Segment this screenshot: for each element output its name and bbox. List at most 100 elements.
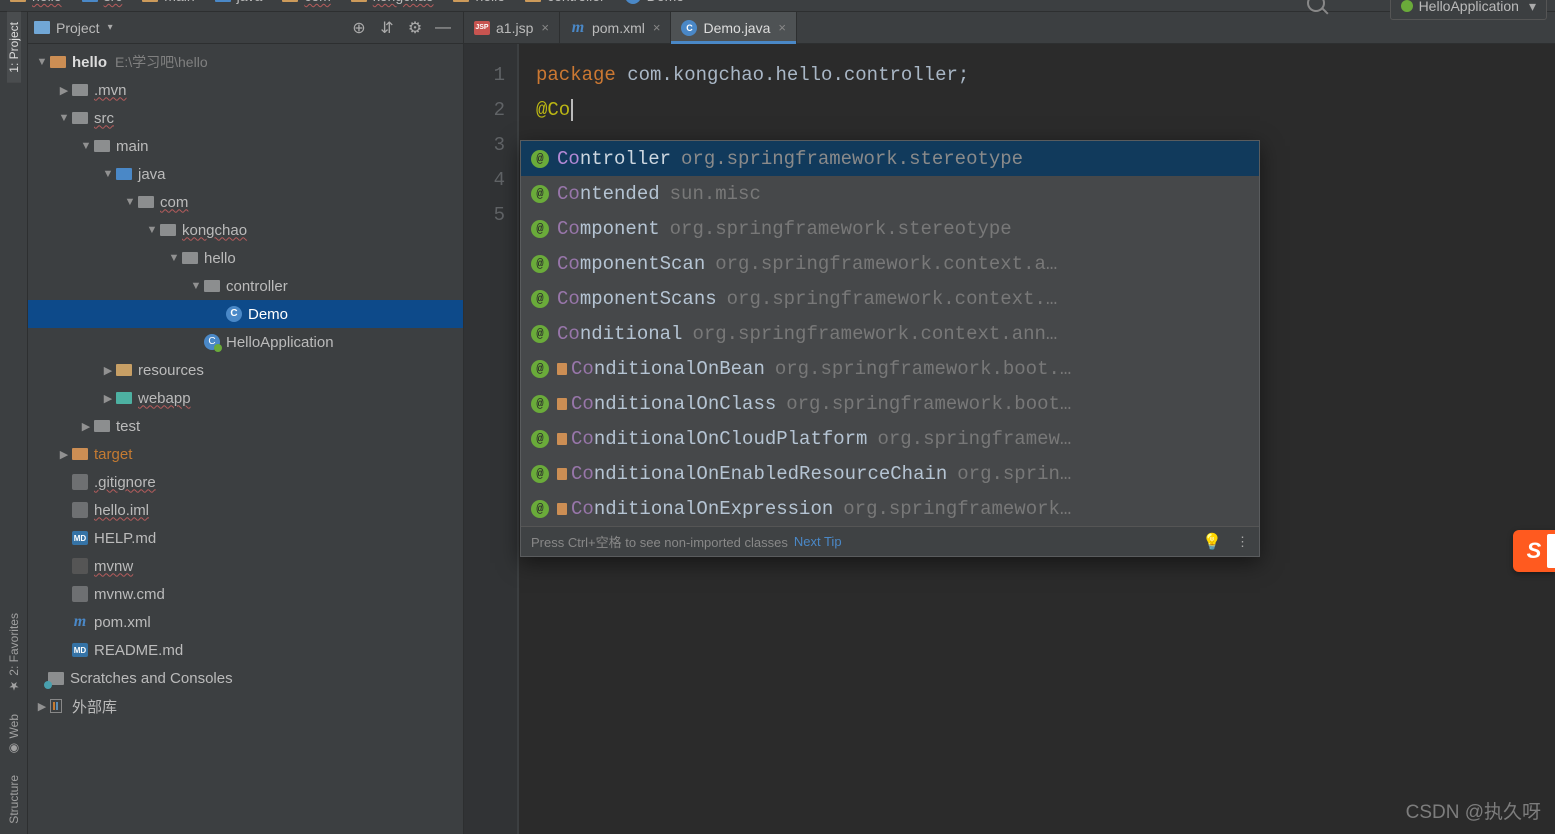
completion-item[interactable]: ConditionalOnExpression org.springframewo…: [521, 491, 1259, 526]
completion-package: org.springframework.context.a…: [715, 253, 1249, 275]
scratches-icon: [48, 672, 64, 685]
completion-item[interactable]: ConditionalOnEnabledResourceChainorg.spr…: [521, 456, 1259, 491]
tree-java[interactable]: ▼java: [28, 160, 463, 188]
close-icon[interactable]: ×: [778, 20, 786, 35]
kw-package: package: [536, 64, 616, 86]
hide-panel-icon[interactable]: —: [433, 19, 453, 37]
tree-main[interactable]: ▼main: [28, 132, 463, 160]
tree-mvnw[interactable]: mvnw: [28, 552, 463, 580]
breadcrumb-main[interactable]: main: [136, 0, 200, 11]
tree-hello-app[interactable]: HelloApplication: [28, 328, 463, 356]
project-view-dropdown[interactable]: Project ▾: [34, 20, 113, 36]
tree-src[interactable]: ▼src: [28, 104, 463, 132]
tree-helpmd[interactable]: HELP.md: [28, 524, 463, 552]
close-icon[interactable]: ×: [541, 20, 549, 35]
tool-project[interactable]: 1: Project: [7, 12, 21, 83]
tool-web[interactable]: ◉ Web: [7, 704, 21, 766]
bulb-icon[interactable]: 💡: [1202, 532, 1222, 552]
markdown-icon: [72, 643, 88, 657]
completion-popup[interactable]: Controllerorg.springframework.stereotype…: [520, 140, 1260, 557]
tree-kongchao[interactable]: ▼kongchao: [28, 216, 463, 244]
breadcrumb-java[interactable]: java: [209, 0, 269, 11]
spring-class-icon: [204, 334, 220, 350]
tree-hello[interactable]: ▼hello: [28, 244, 463, 272]
folder-icon: [94, 420, 110, 432]
run-config-label: HelloApplication: [1419, 0, 1519, 14]
search-icon[interactable]: [1307, 0, 1325, 12]
completion-package: org.springframework.stereotype: [670, 218, 1249, 240]
completion-name: Conditional: [557, 323, 682, 345]
completion-next-tip[interactable]: Next Tip: [794, 534, 842, 549]
conditional-overlay-icon: [557, 503, 567, 515]
breadcrumb-kongchao[interactable]: kongchao: [345, 0, 440, 11]
annotation-icon: [531, 360, 549, 378]
tree-helloiml[interactable]: hello.iml: [28, 496, 463, 524]
file-type-icon: [474, 21, 490, 35]
tab-a1-jsp[interactable]: a1.jsp ×: [464, 12, 560, 43]
file-icon: [72, 502, 88, 518]
completion-name: Component: [557, 218, 660, 240]
tree-com[interactable]: ▼com: [28, 188, 463, 216]
tab-Demo-java[interactable]: Demo.java×: [671, 12, 797, 43]
tool-favorites[interactable]: ★ 2: Favorites: [7, 603, 21, 703]
annotation-icon: [531, 325, 549, 343]
resources-folder-icon: [116, 364, 132, 376]
tree-external-libraries[interactable]: ▶外部库: [28, 692, 463, 720]
sogou-ime-icon[interactable]: S: [1513, 530, 1555, 572]
tree-test[interactable]: ▶test: [28, 412, 463, 440]
breadcrumb-demo[interactable]: CDemo: [619, 0, 690, 11]
run-config-dropdown[interactable]: HelloApplication ▾: [1390, 0, 1547, 20]
tree-controller[interactable]: ▼controller: [28, 272, 463, 300]
more-icon[interactable]: ⋮: [1236, 534, 1249, 550]
tree-scratches[interactable]: Scratches and Consoles: [28, 664, 463, 692]
tab-pom-xml[interactable]: pom.xml×: [560, 12, 672, 43]
completion-name: ComponentScan: [557, 253, 705, 275]
conditional-overlay-icon: [557, 398, 567, 410]
completion-item[interactable]: Contendedsun.misc: [521, 176, 1259, 211]
completion-package: org.springframework.context.…: [727, 288, 1249, 310]
breadcrumb-hello[interactable]: hello: [4, 0, 68, 11]
target-folder-icon: [72, 448, 88, 460]
annotation-icon: [531, 255, 549, 273]
completion-name: ConditionalOnClass: [571, 393, 776, 415]
breadcrumb-hello2[interactable]: hello: [447, 0, 511, 11]
completion-item[interactable]: ComponentScan org.springframework.context…: [521, 246, 1259, 281]
folder-icon: [94, 140, 110, 152]
chevron-down-icon: ▾: [1529, 0, 1536, 15]
settings-icon[interactable]: ⚙: [405, 18, 425, 38]
completion-item[interactable]: ComponentScansorg.springframework.contex…: [521, 281, 1259, 316]
close-icon[interactable]: ×: [653, 20, 661, 35]
completion-item[interactable]: ConditionalOnCloudPlatformorg.springfram…: [521, 421, 1259, 456]
tree-root[interactable]: ▼helloE:\学习吧\hello: [28, 48, 463, 76]
completion-item[interactable]: Component org.springframework.stereotype: [521, 211, 1259, 246]
completion-package: org.springframework…: [843, 498, 1249, 520]
folder-icon: [204, 280, 220, 292]
completion-name: ConditionalOnExpression: [571, 498, 833, 520]
tree-resources[interactable]: ▶resources: [28, 356, 463, 384]
tree-demo[interactable]: Demo: [28, 300, 463, 328]
completion-package: org.springframework.boot.…: [775, 358, 1249, 380]
tree-mvnwcmd[interactable]: mvnw.cmd: [28, 580, 463, 608]
tab-label: a1.jsp: [496, 20, 533, 36]
completion-item[interactable]: Conditionalorg.springframework.context.a…: [521, 316, 1259, 351]
breadcrumb-controller[interactable]: controller: [519, 0, 611, 11]
completion-item[interactable]: ConditionalOnBeanorg.springframework.boo…: [521, 351, 1259, 386]
tool-structure[interactable]: Structure: [7, 765, 21, 834]
expand-all-icon[interactable]: ⇵: [377, 18, 397, 38]
src-folder-icon: [116, 168, 132, 180]
breadcrumb-com[interactable]: com: [276, 0, 336, 11]
project-header: Project ▾ ⊕ ⇵ ⚙ —: [28, 12, 463, 44]
completion-item[interactable]: ConditionalOnClassorg.springframework.bo…: [521, 386, 1259, 421]
tree-gitignore[interactable]: .gitignore: [28, 468, 463, 496]
tree-readme[interactable]: README.md: [28, 636, 463, 664]
tree-mvn[interactable]: ▶.mvn: [28, 76, 463, 104]
locate-icon[interactable]: ⊕: [349, 18, 369, 38]
gutter: 12345: [464, 44, 518, 834]
tree-pom[interactable]: pom.xml: [28, 608, 463, 636]
class-icon: [226, 306, 242, 322]
breadcrumb-src[interactable]: src: [76, 0, 129, 11]
tree-webapp[interactable]: ▶webapp: [28, 384, 463, 412]
tree-target[interactable]: ▶target: [28, 440, 463, 468]
project-tree[interactable]: ▼helloE:\学习吧\hello ▶.mvn ▼src ▼main ▼jav…: [28, 44, 463, 834]
completion-item[interactable]: Controllerorg.springframework.stereotype: [521, 141, 1259, 176]
